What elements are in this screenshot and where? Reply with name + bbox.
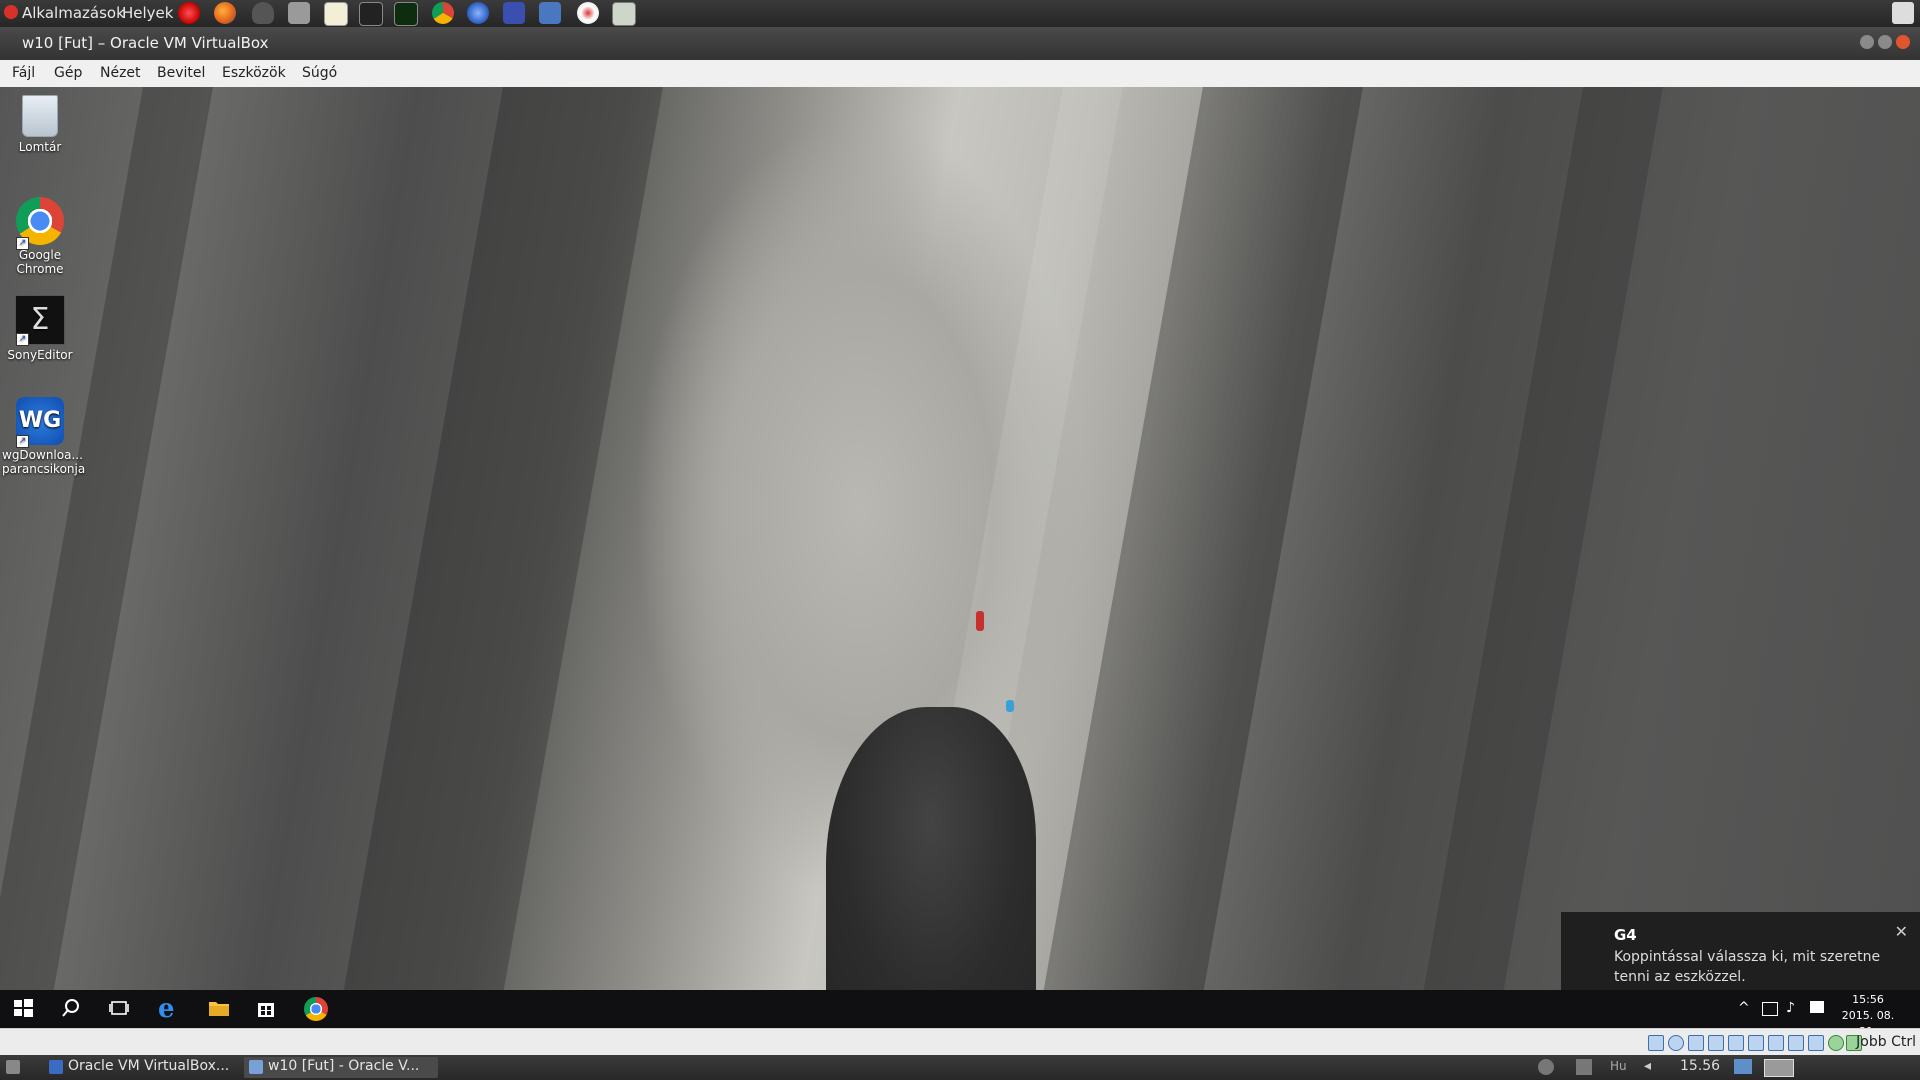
desktop-icon-label: Lomtár — [18, 140, 62, 154]
toast-title: G4 — [1614, 926, 1637, 944]
hard-disk-icon[interactable] — [1648, 1035, 1664, 1051]
windows-start-icon[interactable] — [12, 997, 36, 1021]
optical-drive-icon[interactable] — [1668, 1035, 1684, 1051]
shortcut-arrow-icon: ↗ — [16, 333, 29, 346]
notes-icon[interactable] — [503, 2, 525, 24]
desktop-icon-sonyeditor[interactable]: Σ ↗ SonyEditor — [2, 295, 78, 362]
audio-icon[interactable] — [1688, 1035, 1704, 1051]
wallpaper-climber-blue — [1006, 700, 1014, 712]
volume-icon[interactable]: ◂ — [1644, 1058, 1651, 1074]
task-view-icon[interactable] — [108, 997, 132, 1021]
virtualbox-icon — [49, 1060, 63, 1074]
volume-icon[interactable]: ♪ — [1786, 1000, 1795, 1016]
workspace-switcher-icon[interactable] — [1734, 1059, 1752, 1074]
desktop-icon-label: SonyEditor — [7, 348, 73, 362]
file-explorer-icon[interactable] — [207, 997, 231, 1021]
guest-clock[interactable]: 15:56 2015. 08. 21. — [1836, 992, 1900, 1028]
chevron-up-icon[interactable]: ^ — [1738, 1000, 1750, 1016]
task-vbox-w10[interactable]: w10 [Fut] - Oracle V... — [244, 1057, 438, 1078]
firefox-icon[interactable] — [214, 2, 236, 24]
chrome-icon[interactable] — [432, 2, 454, 24]
minimize-icon[interactable] — [1860, 35, 1874, 49]
applications-menu-icon[interactable] — [4, 5, 18, 19]
guest-taskbar: e ^ ♪ 15:56 2015. 08. 21. — [0, 990, 1920, 1028]
task-label: Oracle VM VirtualBox... — [68, 1058, 230, 1074]
recycle-bin-icon — [22, 95, 58, 137]
sticker-icon[interactable] — [577, 2, 599, 24]
show-desktop-icon[interactable] — [6, 1060, 20, 1074]
system-monitor-icon[interactable] — [394, 2, 418, 26]
usb-icon[interactable] — [1728, 1035, 1744, 1051]
host-user-icon[interactable] — [1892, 2, 1914, 24]
desktop-icon-label: wgDownloa... parancsikonja — [2, 448, 86, 476]
vbox-titlebar: w10 [Fut] – Oracle VM VirtualBox — [0, 27, 1920, 60]
shortcut-arrow-icon: ↗ — [16, 435, 29, 448]
places-menu[interactable]: Helyek — [122, 4, 173, 22]
network-icon[interactable] — [539, 2, 561, 24]
menu-devices[interactable]: Eszközök — [222, 65, 286, 81]
terminal-icon[interactable] — [359, 2, 383, 26]
host-key-label: Jobb Ctrl — [1856, 1034, 1916, 1050]
shared-folders-icon[interactable] — [1748, 1035, 1764, 1051]
menu-input[interactable]: Bevitel — [157, 65, 205, 81]
opera-icon[interactable] — [178, 2, 200, 24]
close-icon[interactable] — [1896, 35, 1910, 49]
clock-time: 15:56 — [1852, 993, 1884, 1006]
cpu-icon[interactable] — [1808, 1035, 1824, 1051]
store-icon[interactable] — [255, 997, 279, 1021]
host-clock[interactable]: 15.56 — [1680, 1058, 1720, 1074]
search-icon[interactable] — [60, 997, 84, 1021]
applications-menu[interactable]: Alkalmazások — [22, 4, 125, 22]
menu-machine[interactable]: Gép — [54, 65, 82, 81]
maximize-icon[interactable] — [1878, 35, 1892, 49]
menu-file[interactable]: Fájl — [12, 65, 35, 81]
keyboard-layout[interactable]: Hu — [1610, 1059, 1627, 1073]
toast-close-icon[interactable]: ✕ — [1895, 922, 1908, 941]
edge-icon[interactable]: e — [158, 996, 182, 1022]
menu-help[interactable]: Súgó — [302, 65, 337, 81]
host-bottom-panel: Oracle VM VirtualBox... w10 [Fut] - Orac… — [0, 1055, 1920, 1080]
window-title: w10 [Fut] – Oracle VM VirtualBox — [22, 34, 269, 52]
printer-icon[interactable] — [288, 2, 310, 24]
thunderbird-icon[interactable] — [467, 2, 489, 24]
host-top-panel: Alkalmazások Helyek — [0, 0, 1920, 27]
guest-desktop[interactable]: Lomtár ↗ Google Chrome Σ ↗ SonyEditor WG… — [0, 87, 1920, 1028]
virtualbox-vm-icon — [249, 1060, 263, 1074]
vbox-statusbar: Jobb Ctrl — [0, 1028, 1920, 1056]
desktop-icon-recycle-bin[interactable]: Lomtár — [2, 95, 78, 154]
network-tray-icon[interactable] — [1762, 1002, 1778, 1016]
toast-body: Koppintással válassza ki, mit szeretne t… — [1614, 949, 1881, 985]
network-status-icon[interactable] — [1538, 1059, 1554, 1075]
task-label: w10 [Fut] - Oracle V... — [268, 1058, 420, 1074]
display-icon[interactable] — [1768, 1035, 1784, 1051]
wallpaper-boulder — [826, 707, 1036, 1028]
screenshot-icon[interactable] — [1576, 1059, 1592, 1075]
chrome-taskbar-icon[interactable] — [304, 997, 328, 1021]
shortcut-arrow-icon: ↗ — [16, 237, 29, 250]
clock-date: 2015. 08. 21. — [1841, 1009, 1895, 1028]
text-editor-icon[interactable] — [324, 2, 348, 26]
video-capture-icon[interactable] — [1788, 1035, 1804, 1051]
network-adapter-icon[interactable] — [1708, 1035, 1724, 1051]
terminal-mascot-icon[interactable] — [252, 2, 274, 24]
wallpaper-shade — [1417, 87, 1663, 1028]
vbox-menubar: Fájl Gép Nézet Bevitel Eszközök Súgó — [0, 60, 1920, 88]
desktop-icon-label: Google Chrome — [16, 248, 64, 276]
desktop-icon-chrome[interactable]: ↗ Google Chrome — [2, 197, 78, 276]
desktop-icon-wgdownload[interactable]: WG ↗ wgDownloa... parancsikonja — [2, 397, 86, 476]
action-center-icon[interactable] — [1810, 1001, 1824, 1013]
menu-view[interactable]: Nézet — [100, 65, 141, 81]
wallpaper-climber-red — [976, 611, 984, 631]
wallpaper-shade — [337, 87, 663, 1028]
mouse-integration-icon[interactable] — [1828, 1035, 1844, 1051]
task-vbox-manager[interactable]: Oracle VM VirtualBox... — [44, 1057, 230, 1078]
calculator-icon[interactable] — [612, 2, 636, 26]
workspace-1[interactable] — [1764, 1059, 1794, 1077]
